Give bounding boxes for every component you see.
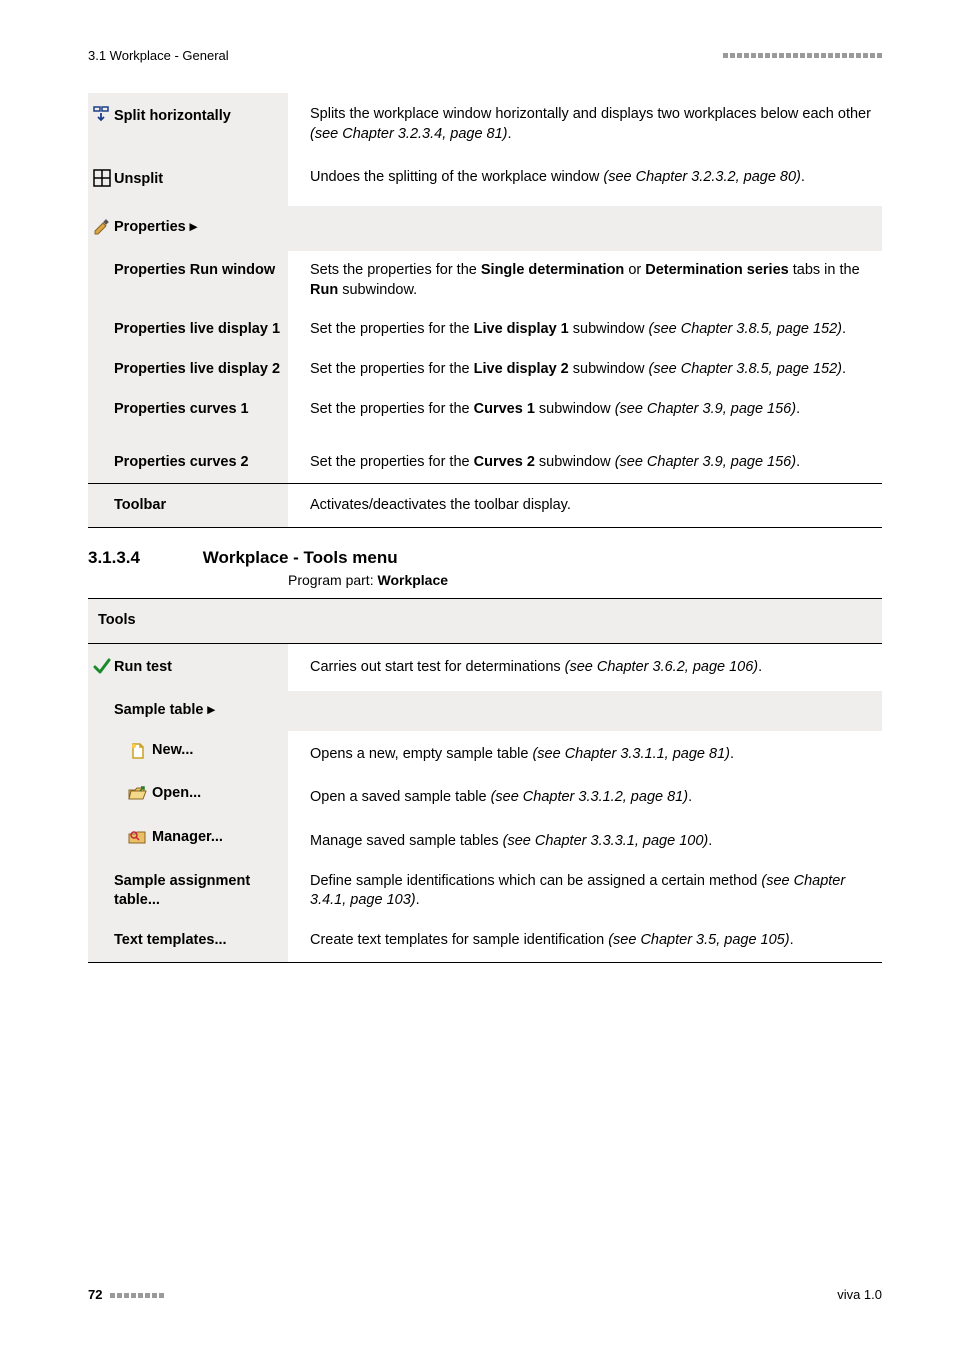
tools-header: Tools [98,612,136,628]
unsplit-icon [92,168,112,188]
menu-item-desc: Set the properties for the Curves 2 subw… [310,454,800,470]
run-test-icon [92,656,112,676]
submenu-item-label: New... [152,742,193,758]
submenu-item-label: Open... [152,786,201,802]
page-header: 3.1 Workplace - General [88,48,882,63]
section-heading: 3.1.3.4 Workplace - Tools menu [88,548,882,568]
submenu-item-label: Properties curves 2 [114,454,249,470]
menu-item-desc: Define sample identifications which can … [310,873,845,909]
submenu-item-label: Manager... [152,829,223,845]
tools-menu-table: Tools Run test Carries out start test fo… [88,598,882,963]
menu-item-label: Unsplit [114,171,163,187]
footer-version: viva 1.0 [837,1287,882,1302]
page-number: 72 [88,1287,102,1302]
menu-item-desc: Splits the workplace window horizontally… [310,106,871,142]
footer-decoration [110,1293,164,1298]
submenu-label: Sample table ▸ [114,702,215,718]
menu-item-label: Sample assignment table... [114,873,250,909]
properties-icon [92,216,112,236]
submenu-item-label: Properties live display 2 [114,361,280,377]
menu-item-desc: Undoes the splitting of the workplace wi… [310,169,805,185]
submenu-item-label: Properties curves 1 [114,401,249,417]
header-section-title: 3.1 Workplace - General [88,48,229,63]
section-title: Workplace - Tools menu [203,548,398,567]
menu-item-desc: Manage saved sample tables (see Chapter … [310,833,712,849]
submenu-item-label: Properties live display 1 [114,321,280,337]
menu-item-label: Toolbar [114,497,166,513]
footer-left: 72 [88,1287,164,1302]
menu-item-desc: Set the properties for the Live display … [310,361,846,377]
submenu-label: Properties ▸ [114,219,197,235]
submenu-item-label: Properties Run window [114,262,275,278]
menu-item-label: Run test [114,659,172,675]
header-decoration [723,53,882,58]
program-part: Program part: Workplace [288,572,882,588]
view-menu-table: Split horizontally Splits the workplace … [88,93,882,528]
menu-item-desc: Sets the properties for the Single deter… [310,262,860,298]
menu-item-desc: Open a saved sample table (see Chapter 3… [310,789,692,805]
page-footer: 72 viva 1.0 [88,1287,882,1302]
menu-item-label: Split horizontally [114,108,231,124]
menu-item-desc: Create text templates for sample identif… [310,932,794,948]
menu-item-desc: Activates/deactivates the toolbar displa… [310,497,571,513]
menu-item-desc: Set the properties for the Curves 1 subw… [310,401,800,417]
section-number: 3.1.3.4 [88,548,198,568]
menu-item-label: Text templates... [114,932,227,948]
menu-item-desc: Carries out start test for determination… [310,659,762,675]
split-horizontally-icon [92,105,112,125]
new-icon [128,741,148,761]
menu-item-desc: Set the properties for the Live display … [310,321,846,337]
menu-item-desc: Opens a new, empty sample table (see Cha… [310,746,734,762]
open-icon [128,784,148,804]
manager-icon [128,828,148,848]
